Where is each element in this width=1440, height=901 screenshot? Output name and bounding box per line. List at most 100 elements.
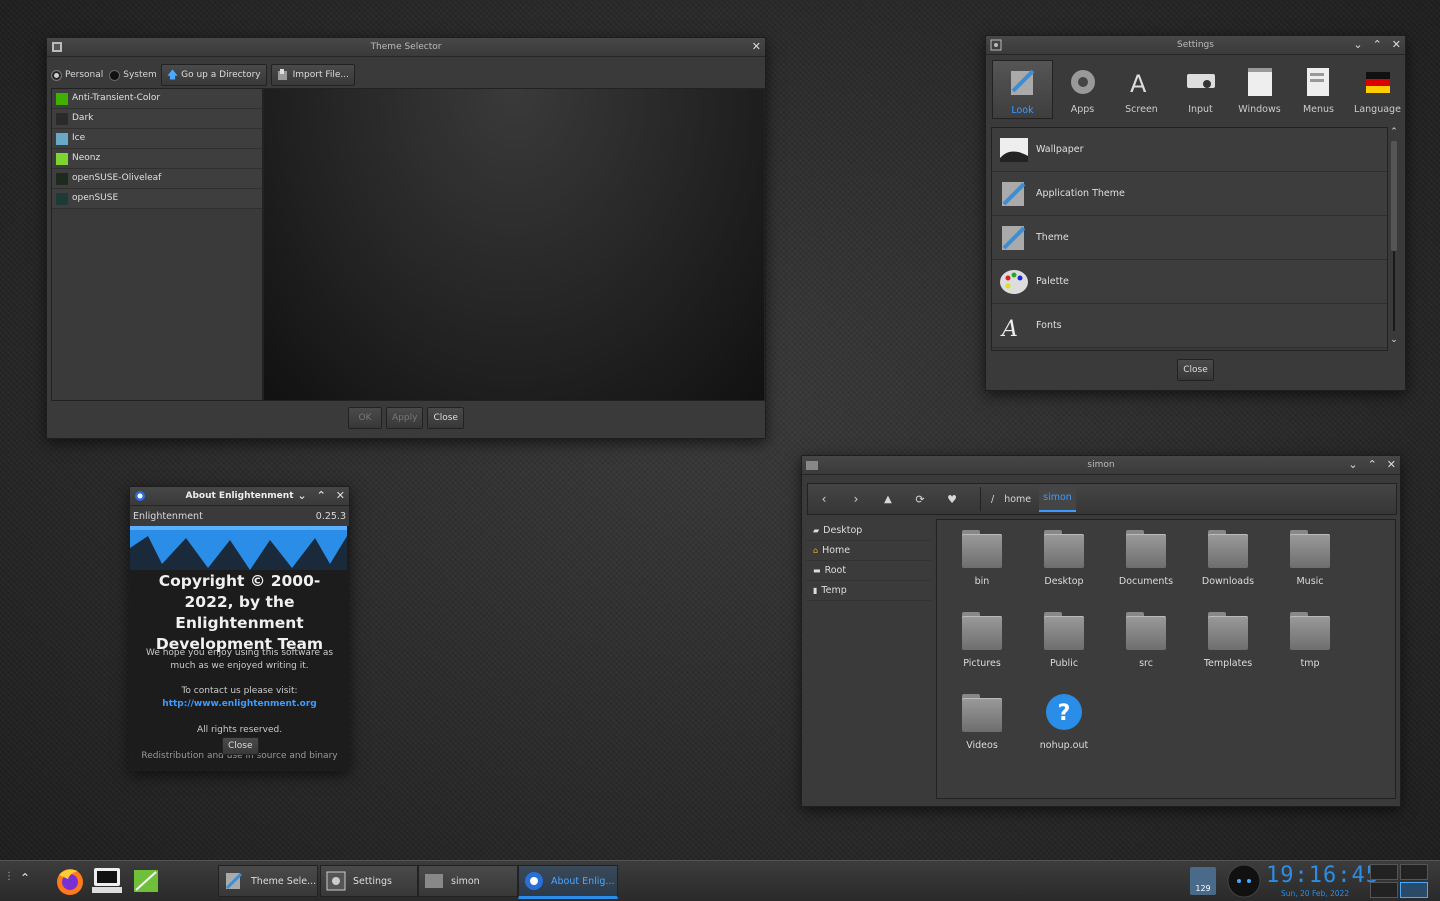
settings-item-palette[interactable]: Palette [992, 260, 1387, 304]
tab-input[interactable]: Input [1171, 60, 1230, 117]
task-enlightenment[interactable]: About Enlig... [518, 865, 618, 899]
sidebar-item-temp[interactable]: ▮ Temp [807, 581, 931, 601]
sidebar-item-desktop[interactable]: ▰ Desktop [807, 521, 931, 541]
theme-list[interactable]: Anti-Transient-Color Dark Ice Neonz openSUSE… [51, 88, 263, 401]
favorite-icon[interactable]: ♥ [936, 493, 968, 506]
shelf-grip-icon[interactable]: ⋮ [4, 871, 14, 882]
updates-widget[interactable]: 129 [1190, 867, 1216, 895]
theme-list-item[interactable]: openSUSE [52, 189, 262, 209]
theme-list-item[interactable]: openSUSE-Oliveleaf [52, 169, 262, 189]
sidebar-item-home[interactable]: ⌂ Home [807, 541, 931, 561]
settings-titlebar[interactable]: Settings ⌄ ⌃ ✕ [986, 36, 1405, 55]
desktop-icon: ▰ [813, 526, 820, 535]
settings-list[interactable]: Wallpaper Application Theme Theme Palette A F… [991, 127, 1388, 351]
go-up-directory-button[interactable]: 🡅 Go up a Directory [160, 64, 267, 86]
radio-system[interactable]: System [109, 69, 157, 81]
theme-list-item[interactable]: Neonz [52, 149, 262, 169]
folder-icon [1208, 612, 1248, 650]
clock-face-icon[interactable] [1227, 864, 1261, 898]
tab-menus[interactable]: Menus [1289, 60, 1348, 117]
pager-desk-2[interactable] [1400, 864, 1428, 880]
theme-icon [1002, 225, 1026, 250]
item-label: Documents [1118, 576, 1174, 587]
up-icon[interactable]: ▲ [872, 494, 904, 505]
task-theme-selector[interactable]: Theme Sele... [218, 865, 318, 897]
terminal-icon[interactable] [91, 866, 123, 896]
enlightenment-icon [525, 872, 543, 890]
file-manager-titlebar[interactable]: simon ⌄ ⌃ ✕ [802, 456, 1400, 475]
folder-item[interactable]: Videos [941, 688, 1023, 770]
scroll-down-icon[interactable]: ⌄ [1388, 335, 1400, 345]
settings-item-theme[interactable]: Theme [992, 216, 1387, 260]
close-icon[interactable]: ✕ [336, 487, 345, 505]
folder-item[interactable]: bin [941, 524, 1023, 606]
task-folder[interactable]: simon [418, 865, 518, 897]
chevron-up-icon[interactable]: ⌃ [317, 487, 326, 505]
settings-item-wallpaper[interactable]: Wallpaper [992, 128, 1387, 172]
about-close-button[interactable]: Close [222, 737, 259, 755]
close-button[interactable]: Close [427, 407, 464, 429]
settings-title: Settings [1177, 40, 1214, 50]
firefox-icon[interactable] [54, 865, 86, 897]
pager[interactable] [1370, 864, 1428, 898]
close-icon[interactable]: ✕ [1387, 456, 1396, 474]
tab-screen[interactable]: A Screen [1112, 60, 1171, 117]
refresh-icon[interactable]: ⟳ [904, 493, 936, 506]
close-icon[interactable]: ✕ [1392, 36, 1401, 54]
radio-personal[interactable]: Personal [51, 69, 103, 81]
scroll-up-icon[interactable]: ⌃ [1388, 127, 1400, 137]
folder-item[interactable]: Documents [1105, 524, 1187, 606]
folder-item[interactable]: src [1105, 606, 1187, 688]
about-url-link[interactable]: http://www.enlightenment.org [130, 699, 349, 709]
theme-list-item[interactable]: Dark [52, 109, 262, 129]
chevron-down-icon[interactable]: ⌄ [297, 487, 306, 505]
back-icon[interactable]: ‹ [808, 492, 840, 506]
forward-icon[interactable]: › [840, 492, 872, 506]
settings-item-fonts[interactable]: A Fonts [992, 304, 1387, 348]
chevron-up-icon[interactable]: ⌃ [1373, 36, 1382, 54]
import-file-button[interactable]: Import File... [270, 64, 355, 86]
path-segment-simon[interactable]: simon [1039, 486, 1076, 512]
chevron-up-icon[interactable]: ⌃ [1368, 456, 1377, 474]
settings-close-button[interactable]: Close [1177, 359, 1214, 381]
tab-look[interactable]: Look [992, 60, 1053, 119]
file-item[interactable]: ? nohup.out [1023, 688, 1105, 770]
settings-item-application-theme[interactable]: Application Theme [992, 172, 1387, 216]
scrollbar-thumb[interactable] [1391, 141, 1397, 251]
tab-windows[interactable]: Windows [1230, 60, 1289, 117]
about-titlebar[interactable]: About Enlightenment ⌄ ⌃ ✕ [130, 487, 349, 506]
theme-list-item[interactable]: Anti-Transient-Color [52, 89, 262, 109]
ok-button[interactable]: OK [348, 407, 383, 429]
chevron-down-icon[interactable]: ⌄ [1348, 456, 1357, 474]
fm-sidebar: ▰ Desktop ⌂ Home ▬ Root ▮ Temp [807, 521, 931, 799]
path-segment-home[interactable]: home [1004, 494, 1031, 505]
folder-item[interactable]: Desktop [1023, 524, 1105, 606]
sidebar-item-root[interactable]: ▬ Root [807, 561, 931, 581]
folder-item[interactable]: Pictures [941, 606, 1023, 688]
tab-language[interactable]: Language [1348, 60, 1407, 117]
path-root[interactable]: / [991, 494, 994, 505]
task-settings[interactable]: Settings [320, 865, 418, 897]
tab-label: Screen [1125, 104, 1158, 115]
folder-item[interactable]: Downloads [1187, 524, 1269, 606]
settings-scrollbar[interactable]: ⌃ ⌄ [1388, 127, 1400, 349]
folder-item[interactable]: Public [1023, 606, 1105, 688]
theme-selector-titlebar[interactable]: Theme Selector ✕ [47, 38, 765, 57]
start-menu-icon[interactable]: ⌃ [20, 871, 30, 885]
theme-selector-icon [52, 42, 62, 52]
pager-desk-1[interactable] [1370, 864, 1398, 880]
apply-button[interactable]: Apply [386, 407, 424, 429]
tab-apps[interactable]: Apps [1053, 60, 1112, 117]
pager-desk-3[interactable] [1370, 882, 1398, 898]
clock-time[interactable]: 19:16:45 [1266, 863, 1380, 888]
folder-item[interactable]: Music [1269, 524, 1351, 606]
arrow-up-icon: 🡅 [166, 68, 179, 81]
folder-item[interactable]: tmp [1269, 606, 1351, 688]
folder-item[interactable]: Templates [1187, 606, 1269, 688]
chevron-down-icon[interactable]: ⌄ [1353, 36, 1362, 54]
fm-content[interactable]: bin Desktop Documents Downloads Music Picture… [936, 519, 1396, 799]
text-editor-icon[interactable] [130, 866, 162, 896]
pager-desk-4[interactable] [1400, 882, 1428, 898]
close-icon[interactable]: ✕ [752, 38, 761, 56]
theme-list-item[interactable]: Ice [52, 129, 262, 149]
